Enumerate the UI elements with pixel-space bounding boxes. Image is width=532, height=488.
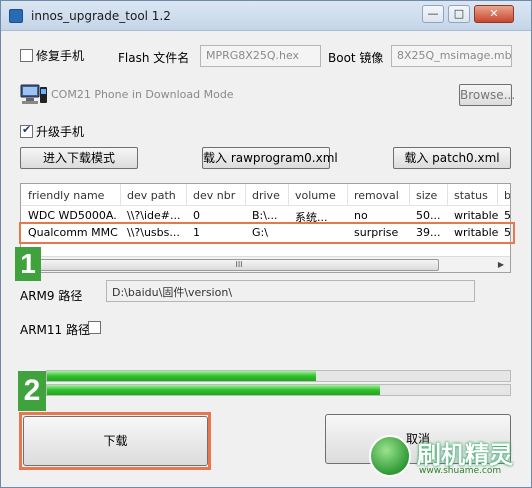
download-button-highlight (19, 412, 211, 470)
minimize-button[interactable]: — (422, 5, 444, 23)
step-2-badge: 2 (18, 371, 46, 411)
table-horizontal-scrollbar[interactable]: ◀ III ▶ (21, 256, 510, 272)
column-header[interactable]: b (504, 189, 510, 202)
column-header[interactable]: drive (252, 189, 280, 202)
column-header[interactable]: removal (354, 189, 399, 202)
flash-file-field[interactable]: MPRG8X25Q.hex (200, 45, 321, 67)
column-header[interactable]: size (416, 189, 437, 202)
maximize-button[interactable]: □ (448, 5, 470, 23)
watermark-brand: 刷机精灵 (417, 441, 513, 469)
scroll-thumb[interactable]: III (39, 259, 439, 271)
column-header[interactable]: dev path (127, 189, 176, 202)
table-cell: writable (454, 209, 499, 222)
load-patch-button[interactable]: 载入 patch0.xml (393, 147, 511, 169)
table-cell: no (354, 209, 368, 222)
upgrade-checkbox[interactable] (20, 123, 33, 138)
selected-device-highlight (19, 222, 515, 244)
app-icon (9, 9, 23, 23)
phone-port-icon (20, 84, 47, 104)
port-status-text: COM21 Phone in Download Mode (51, 88, 234, 101)
arm11-checkbox[interactable] (88, 321, 101, 334)
browse-button[interactable]: Browse... (459, 84, 515, 106)
boot-image-field[interactable]: 8X25Q_msimage.mbn (391, 45, 512, 67)
table-cell: 0 (193, 209, 200, 222)
repair-label: 修复手机 (36, 49, 85, 63)
progress-bar-2 (46, 384, 511, 396)
window-title: innos_upgrade_tool 1.2 (31, 9, 171, 23)
column-header[interactable]: friendly name (28, 189, 104, 202)
enter-download-mode-button[interactable]: 进入下载模式 (20, 147, 138, 169)
app-window: innos_upgrade_tool 1.2 — □ ✕ 修复手机 Flash … (0, 0, 532, 488)
step-1-badge: 1 (15, 247, 41, 281)
table-cell: 50... (416, 209, 441, 222)
column-header[interactable]: volume (295, 189, 336, 202)
progress-bar-1 (46, 370, 511, 382)
load-rawprogram-button[interactable]: 载入 rawprogram0.xml (202, 147, 338, 169)
arm9-path-field[interactable]: D:\baidu\固件\version\ (106, 280, 475, 302)
table-cell: 5 (504, 209, 511, 222)
shuame-watermark: 刷机精灵 www.shuame.com (365, 431, 525, 481)
arm9-path-label: ARM9 路径 (20, 289, 83, 303)
column-header[interactable]: status (454, 189, 488, 202)
progress-bar-1-fill (47, 371, 316, 381)
progress-bar-2-fill (47, 385, 381, 395)
shuame-logo-icon (369, 435, 411, 477)
repair-checkbox[interactable] (20, 49, 33, 62)
table-cell: B:\... (252, 209, 278, 222)
upgrade-label: 升级手机 (36, 125, 85, 139)
table-header: friendly name dev path dev nbr drive vol… (21, 184, 510, 206)
boot-image-label: Boot 镜像 (328, 51, 384, 65)
flash-file-label: Flash 文件名 (118, 51, 190, 65)
column-header[interactable]: dev nbr (193, 189, 235, 202)
close-button[interactable]: ✕ (474, 5, 514, 23)
arm11-path-label: ARM11 路径 (20, 323, 90, 337)
scroll-right-icon[interactable]: ▶ (494, 258, 508, 272)
title-bar: innos_upgrade_tool 1.2 — □ ✕ (1, 1, 531, 31)
table-cell: WDC WD5000A... (28, 209, 118, 222)
watermark-url: www.shuame.com (419, 466, 502, 476)
table-cell: \\?\ide#... (127, 209, 181, 222)
